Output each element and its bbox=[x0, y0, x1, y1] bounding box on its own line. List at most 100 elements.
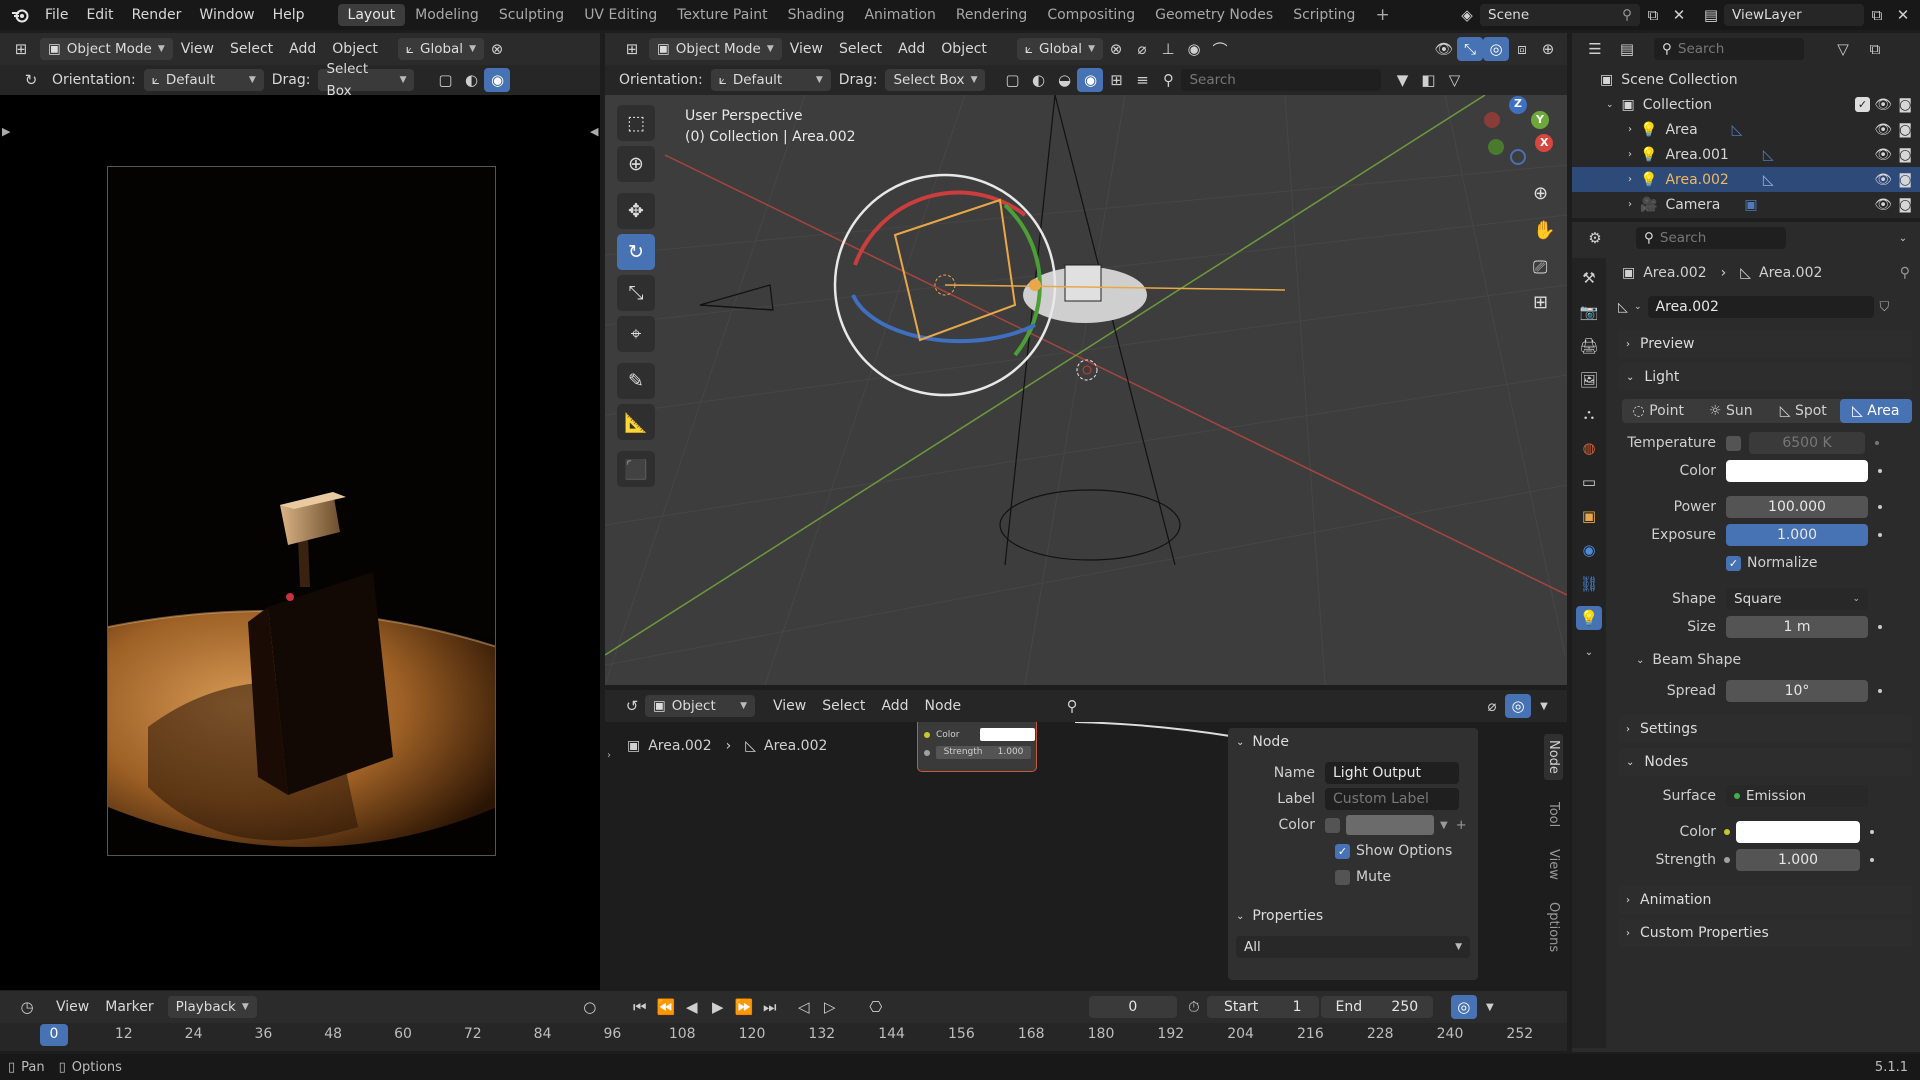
main-menu-select[interactable]: Select bbox=[831, 41, 890, 57]
keyframe-dot[interactable] bbox=[1870, 858, 1874, 862]
main-drag-dropdown[interactable]: Select Box ▼ bbox=[885, 69, 986, 91]
measure-tool-icon[interactable]: 📐 bbox=[617, 404, 655, 440]
eye-icon[interactable]: 👁 bbox=[1874, 172, 1892, 188]
eye-icon[interactable]: 👁 bbox=[1874, 97, 1892, 113]
light-data-tab-icon[interactable]: 💡 bbox=[1576, 606, 1602, 630]
start-frame-field[interactable]: Start 1 bbox=[1206, 996, 1319, 1018]
main-transform-dropdown[interactable]: ⟀ Global ▼ bbox=[1016, 38, 1103, 60]
light-type-sun[interactable]: ☼ Sun bbox=[1695, 403, 1768, 419]
layout-icon[interactable]: ◧ bbox=[1415, 68, 1441, 92]
tab-layout[interactable]: Layout bbox=[337, 4, 406, 26]
pin-icon[interactable]: ⚲ bbox=[1900, 265, 1910, 281]
move-tool-icon[interactable]: ✥ bbox=[617, 193, 655, 229]
play-reverse-icon[interactable]: ◀ bbox=[679, 995, 705, 1019]
scene-field[interactable]: Scene ⚲ bbox=[1480, 4, 1640, 26]
light-type-area[interactable]: ◺ Area bbox=[1839, 399, 1912, 423]
chevron-down-icon[interactable]: ▼ bbox=[1440, 820, 1448, 831]
light-datablock-icon[interactable]: ◺ bbox=[1618, 300, 1628, 315]
tab-compositing[interactable]: Compositing bbox=[1037, 4, 1145, 26]
left-menu-object[interactable]: Object bbox=[324, 41, 386, 57]
display-mode-icon[interactable]: ▤ bbox=[1614, 37, 1640, 61]
camera-render-icon[interactable]: ◙ bbox=[1898, 122, 1912, 138]
side-tab-tool[interactable]: Tool bbox=[1546, 802, 1561, 827]
rotate-tool-icon[interactable]: ↻ bbox=[617, 234, 655, 270]
cursor-tool-icon[interactable]: ⊕ bbox=[617, 146, 655, 182]
timeline-ruler[interactable] bbox=[0, 1023, 1567, 1051]
main-menu-add[interactable]: Add bbox=[890, 41, 933, 57]
surface-shader-field[interactable]: Emission bbox=[1726, 785, 1868, 807]
light-type-spot[interactable]: ◺ Spot bbox=[1767, 403, 1840, 419]
node-color-prop-swatch[interactable] bbox=[1736, 821, 1860, 843]
emission-node[interactable]: Color Strength 1.000 bbox=[917, 722, 1037, 772]
world-tab-icon[interactable]: ◍ bbox=[1576, 436, 1602, 460]
timeline-overlays-icon[interactable]: ◎ bbox=[1450, 995, 1477, 1019]
node-type-dropdown[interactable]: ▣ Object ▼ bbox=[645, 695, 755, 717]
menu-edit[interactable]: Edit bbox=[77, 4, 122, 26]
playback-dropdown[interactable]: Playback ▼ bbox=[167, 996, 257, 1018]
node-color-swatch-field[interactable] bbox=[1346, 815, 1434, 835]
wireframe-shading-icon[interactable]: ⊕ bbox=[1535, 37, 1561, 61]
render-tab-icon[interactable]: 📷 bbox=[1576, 300, 1602, 324]
keyframe-dot[interactable] bbox=[1878, 625, 1882, 629]
keyframe-dot[interactable] bbox=[1878, 505, 1882, 509]
view-layer-tab-icon[interactable]: 🖼 bbox=[1576, 368, 1602, 392]
select-box-tool-icon[interactable]: ⬚ bbox=[617, 105, 655, 141]
left-menu-view[interactable]: View bbox=[173, 41, 222, 57]
tab-rendering[interactable]: Rendering bbox=[946, 4, 1038, 26]
viewport-shading-material-icon[interactable]: ◐ bbox=[458, 68, 484, 92]
chevron-down-icon[interactable]: ▼ bbox=[1477, 995, 1503, 1019]
editor-type-icon[interactable]: ⊞ bbox=[619, 37, 645, 61]
jump-prev-keyframe-icon[interactable]: ⏪ bbox=[653, 995, 679, 1019]
proportional-edit-icon[interactable]: ◉ bbox=[1181, 37, 1207, 61]
object-tab-icon[interactable]: ▣ bbox=[1576, 504, 1602, 528]
preview-section-header[interactable]: › Preview bbox=[1618, 330, 1912, 358]
keyframe-dot[interactable] bbox=[1875, 441, 1879, 445]
nodes-section-header[interactable]: ⌄ Nodes bbox=[1618, 748, 1912, 776]
camera-render-icon[interactable]: ◙ bbox=[1898, 147, 1912, 163]
power-field[interactable]: 100.000 bbox=[1726, 496, 1868, 518]
size-field[interactable]: 1 m bbox=[1726, 616, 1868, 638]
main-mode-dropdown[interactable]: ▣ Object Mode ▼ bbox=[649, 38, 782, 60]
tab-scripting[interactable]: Scripting bbox=[1283, 4, 1365, 26]
menu-render[interactable]: Render bbox=[123, 4, 191, 26]
properties-editor-type-icon[interactable]: ⚙ bbox=[1582, 226, 1608, 250]
left-viewport[interactable]: ▶ ◀ bbox=[0, 95, 600, 990]
spread-field[interactable]: 10° bbox=[1726, 680, 1868, 702]
tab-animation[interactable]: Animation bbox=[854, 4, 945, 26]
falloff-icon[interactable]: ⌒ bbox=[1207, 37, 1233, 61]
stopwatch-icon[interactable]: ⏱ bbox=[1181, 995, 1207, 1019]
outliner-item-area-001[interactable]: › 💡 Area.001 ◺ 👁 ◙ bbox=[1572, 142, 1920, 167]
strength-field[interactable]: 1.000 bbox=[1736, 849, 1860, 871]
animation-section-header[interactable]: › Animation bbox=[1618, 886, 1912, 914]
new-viewlayer-icon[interactable]: ⧉ bbox=[1864, 3, 1890, 27]
next-marker-icon[interactable]: ▷ bbox=[817, 995, 843, 1019]
shading-rendered-icon[interactable]: ◉ bbox=[1077, 68, 1104, 92]
normalize-checkbox[interactable]: ✓ bbox=[1726, 555, 1741, 571]
temperature-checkbox[interactable] bbox=[1726, 435, 1741, 451]
light-section-header[interactable]: ⌄ Light bbox=[1618, 363, 1912, 391]
tabs-more-icon[interactable]: ⌄ bbox=[1576, 640, 1602, 664]
properties-filter-dropdown[interactable]: All ▼ bbox=[1236, 936, 1470, 958]
outliner-collection[interactable]: ⌄ ▣ Collection ✓ 👁 ◙ bbox=[1572, 92, 1920, 117]
keyframe-dot[interactable] bbox=[1870, 830, 1874, 834]
left-orientation-dropdown[interactable]: ⟀ Default ▼ bbox=[143, 69, 264, 91]
pin-icon[interactable]: ⚲ bbox=[1059, 694, 1085, 718]
camera-render-icon[interactable]: ◙ bbox=[1898, 172, 1912, 188]
overlays-toggle-icon[interactable]: ◎ bbox=[1505, 694, 1531, 718]
sidebar-expand-icon[interactable]: ◀ bbox=[590, 125, 598, 138]
navigation-gizmo[interactable] bbox=[1460, 95, 1560, 175]
transform-tool-icon[interactable]: ⌖ bbox=[617, 316, 655, 352]
chevron-down-icon[interactable]: ▼ bbox=[1531, 694, 1557, 718]
node-label-field[interactable]: Custom Label bbox=[1325, 788, 1459, 810]
light-type-point[interactable]: ◌ Point bbox=[1622, 403, 1695, 419]
left-transform-dropdown[interactable]: ⟀ Global ▼ bbox=[397, 38, 484, 60]
scene-selector-icon[interactable]: ◈ bbox=[1454, 3, 1480, 27]
left-menu-add[interactable]: Add bbox=[281, 41, 324, 57]
delete-scene-icon[interactable]: ✕ bbox=[1666, 3, 1692, 27]
end-frame-field[interactable]: End 250 bbox=[1320, 996, 1433, 1018]
new-collection-icon[interactable]: ⧉ bbox=[1862, 37, 1888, 61]
add-cube-tool-icon[interactable]: ⬛ bbox=[617, 451, 655, 487]
outliner-item-area[interactable]: › 💡 Area ◺ 👁 ◙ bbox=[1572, 117, 1920, 142]
bookmark-icon[interactable]: ▼ bbox=[1389, 68, 1415, 92]
snap-icon[interactable]: ⌀ bbox=[1479, 694, 1505, 718]
